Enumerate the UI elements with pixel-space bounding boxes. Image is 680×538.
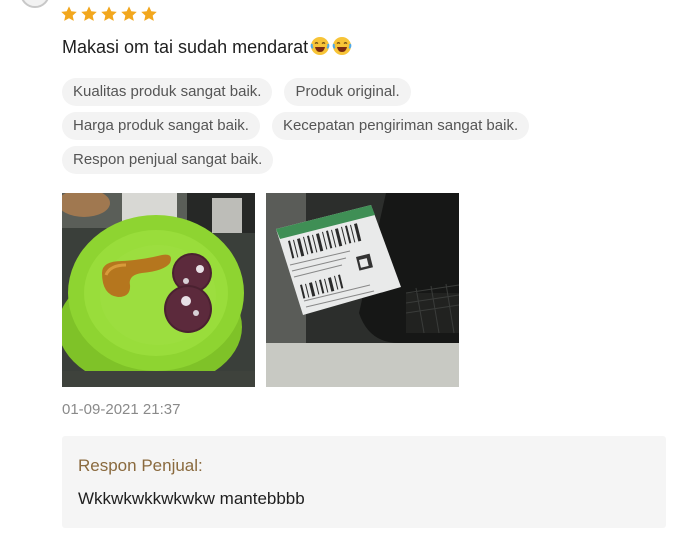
- tag-chip: Produk original.: [284, 78, 411, 106]
- review-timestamp: 01-09-2021 21:37: [62, 401, 181, 418]
- shipping-package-photo[interactable]: [266, 193, 459, 387]
- laughing-tears-emoji-icon: [332, 37, 352, 55]
- star-icon: [121, 6, 137, 21]
- star-icon: [101, 6, 117, 21]
- review-card: Makasi om tai sudah mendarat Kualitas pr…: [0, 0, 680, 538]
- star-icon: [61, 6, 77, 21]
- avatar[interactable]: [20, 0, 50, 8]
- star-icon: [141, 6, 157, 21]
- review-comment: Makasi om tai sudah mendarat: [62, 36, 352, 58]
- review-photos: [62, 193, 459, 387]
- tag-chip: Kualitas produk sangat baik.: [62, 78, 273, 106]
- review-comment-text: Makasi om tai sudah mendarat: [62, 37, 309, 57]
- seller-response-title: Respon Penjual:: [78, 456, 203, 475]
- tag-chip: Harga produk sangat baik.: [62, 112, 260, 140]
- food-plate-photo[interactable]: [62, 193, 255, 387]
- star-icon: [81, 6, 97, 21]
- laughing-tears-emoji-icon: [310, 37, 330, 55]
- review-tags: Kualitas produk sangat baik. Produk orig…: [62, 78, 662, 180]
- seller-response-text: Wkkwkwkkwkwkw mantebbbb: [78, 489, 305, 508]
- tag-chip: Respon penjual sangat baik.: [62, 146, 274, 174]
- tag-chip: Kecepatan pengiriman sangat baik.: [271, 112, 530, 140]
- seller-response-box: Respon Penjual: Wkkwkwkkwkwkw mantebbbb: [62, 436, 666, 528]
- star-rating: [60, 5, 158, 23]
